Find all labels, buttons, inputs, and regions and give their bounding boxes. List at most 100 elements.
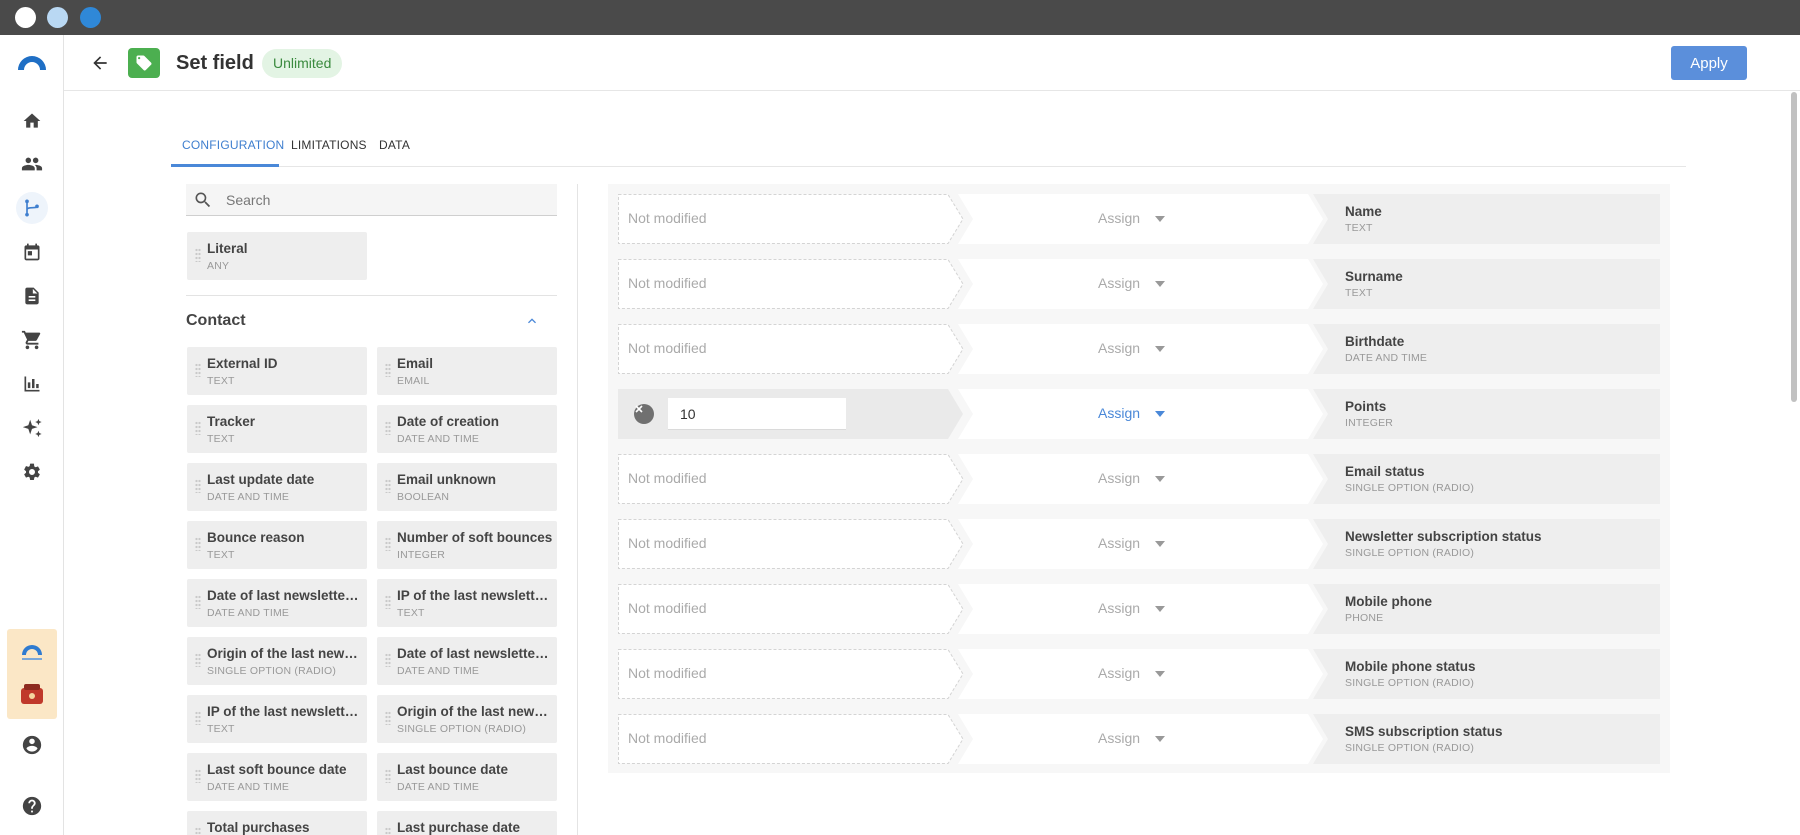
operation-label[interactable]: Assign — [1098, 340, 1140, 356]
drag-handle-icon[interactable] — [385, 537, 391, 551]
account-icon[interactable] — [16, 729, 48, 761]
operation-selector[interactable]: Assign — [958, 714, 1323, 764]
operation-label[interactable]: Assign — [1098, 210, 1140, 226]
operation-selector[interactable]: Assign — [958, 649, 1323, 699]
tab-configuration[interactable]: CONFIGURATION — [182, 138, 284, 152]
operation-label[interactable]: Assign — [1098, 405, 1140, 421]
source-slot[interactable] — [618, 389, 963, 439]
not-modified-label[interactable]: Not modified — [628, 600, 707, 616]
caret-down-icon[interactable] — [1155, 281, 1165, 287]
drag-handle-icon[interactable] — [195, 421, 201, 435]
drag-handle-icon[interactable] — [195, 479, 201, 493]
drag-handle-icon[interactable] — [195, 363, 201, 377]
operation-label[interactable]: Assign — [1098, 600, 1140, 616]
caret-down-icon[interactable] — [1155, 476, 1165, 482]
field-chip[interactable]: Email unknown BOOLEAN — [377, 463, 557, 511]
operation-selector[interactable]: Assign — [958, 259, 1323, 309]
field-chip[interactable]: Last soft bounce date DATE AND TIME — [187, 753, 367, 801]
window-maximize-control[interactable] — [80, 7, 101, 28]
promo-panel[interactable] — [7, 629, 57, 719]
drag-handle-icon[interactable] — [385, 479, 391, 493]
drag-handle-icon[interactable] — [195, 827, 201, 835]
field-chip[interactable]: Total purchases — [187, 811, 367, 835]
app-logo-icon[interactable] — [16, 53, 48, 71]
drag-handle-icon[interactable] — [385, 769, 391, 783]
drag-handle-icon[interactable] — [195, 653, 201, 667]
cart-icon[interactable] — [16, 324, 48, 356]
field-chip[interactable]: Bounce reason TEXT — [187, 521, 367, 569]
drag-handle-icon[interactable] — [385, 653, 391, 667]
not-modified-label[interactable]: Not modified — [628, 730, 707, 746]
not-modified-label[interactable]: Not modified — [628, 210, 707, 226]
document-icon[interactable] — [16, 280, 48, 312]
sparkle-icon[interactable] — [16, 412, 48, 444]
drag-handle-icon[interactable] — [385, 595, 391, 609]
field-chip[interactable]: Tracker TEXT — [187, 405, 367, 453]
field-chip[interactable]: Last bounce date DATE AND TIME — [377, 753, 557, 801]
operation-label[interactable]: Assign — [1098, 535, 1140, 551]
drag-handle-icon[interactable] — [195, 595, 201, 609]
drag-handle-icon[interactable] — [195, 537, 201, 551]
clear-value-icon[interactable] — [634, 404, 654, 424]
search-box[interactable] — [186, 184, 557, 216]
not-modified-label[interactable]: Not modified — [628, 535, 707, 551]
field-chip[interactable]: IP of the last newslette… TEXT — [187, 695, 367, 743]
window-minimize-control[interactable] — [47, 7, 68, 28]
caret-down-icon[interactable] — [1155, 671, 1165, 677]
source-slot[interactable]: Not modified — [618, 714, 964, 764]
operation-label[interactable]: Assign — [1098, 275, 1140, 291]
tab-data[interactable]: DATA — [379, 138, 410, 152]
operation-selector[interactable]: Assign — [958, 194, 1323, 244]
field-chip[interactable]: Last purchase date — [377, 811, 557, 835]
field-chip[interactable]: Date of last newsletter… DATE AND TIME — [187, 579, 367, 627]
tab-limitations[interactable]: LIMITATIONS — [291, 138, 367, 152]
value-input[interactable] — [668, 398, 846, 430]
field-chip[interactable]: External ID TEXT — [187, 347, 367, 395]
operation-selector[interactable]: Assign — [958, 324, 1323, 374]
analytics-icon[interactable] — [16, 368, 48, 400]
operation-selector[interactable]: Assign — [958, 519, 1323, 569]
caret-down-icon[interactable] — [1155, 541, 1165, 547]
field-chip[interactable]: Date of creation DATE AND TIME — [377, 405, 557, 453]
field-chip[interactable]: Date of last newsletter… DATE AND TIME — [377, 637, 557, 685]
field-chip-literal[interactable]: Literal ANY — [187, 232, 367, 280]
chevron-up-icon[interactable] — [524, 313, 540, 329]
operation-label[interactable]: Assign — [1098, 730, 1140, 746]
operation-selector[interactable]: Assign — [958, 389, 1323, 439]
window-close-control[interactable] — [15, 7, 36, 28]
field-chip[interactable]: Origin of the last news… SINGLE OPTION (R… — [187, 637, 367, 685]
section-title-contact[interactable]: Contact — [186, 312, 246, 330]
settings-icon[interactable] — [16, 456, 48, 488]
source-slot[interactable]: Not modified — [618, 324, 964, 374]
automation-icon[interactable] — [16, 192, 48, 224]
scrollbar[interactable] — [1791, 92, 1797, 402]
source-slot[interactable]: Not modified — [618, 649, 964, 699]
operation-selector[interactable]: Assign — [958, 584, 1323, 634]
caret-down-icon[interactable] — [1155, 346, 1165, 352]
not-modified-label[interactable]: Not modified — [628, 340, 707, 356]
contacts-icon[interactable] — [16, 148, 48, 180]
drag-handle-icon[interactable] — [195, 248, 201, 262]
not-modified-label[interactable]: Not modified — [628, 470, 707, 486]
source-slot[interactable]: Not modified — [618, 194, 964, 244]
operation-selector[interactable]: Assign — [958, 454, 1323, 504]
operation-label[interactable]: Assign — [1098, 665, 1140, 681]
field-chip[interactable]: Origin of the last news… SINGLE OPTION (R… — [377, 695, 557, 743]
source-slot[interactable]: Not modified — [618, 454, 964, 504]
source-slot[interactable]: Not modified — [618, 584, 964, 634]
caret-down-icon[interactable] — [1155, 606, 1165, 612]
drag-handle-icon[interactable] — [385, 363, 391, 377]
help-icon[interactable] — [16, 790, 48, 822]
operation-label[interactable]: Assign — [1098, 470, 1140, 486]
not-modified-label[interactable]: Not modified — [628, 275, 707, 291]
caret-down-icon[interactable] — [1155, 411, 1165, 417]
search-input[interactable] — [226, 190, 546, 210]
source-slot[interactable]: Not modified — [618, 519, 964, 569]
field-chip[interactable]: Email EMAIL — [377, 347, 557, 395]
caret-down-icon[interactable] — [1155, 736, 1165, 742]
drag-handle-icon[interactable] — [195, 769, 201, 783]
drag-handle-icon[interactable] — [385, 711, 391, 725]
not-modified-label[interactable]: Not modified — [628, 665, 707, 681]
apply-button[interactable]: Apply — [1671, 46, 1747, 80]
source-slot[interactable]: Not modified — [618, 259, 964, 309]
